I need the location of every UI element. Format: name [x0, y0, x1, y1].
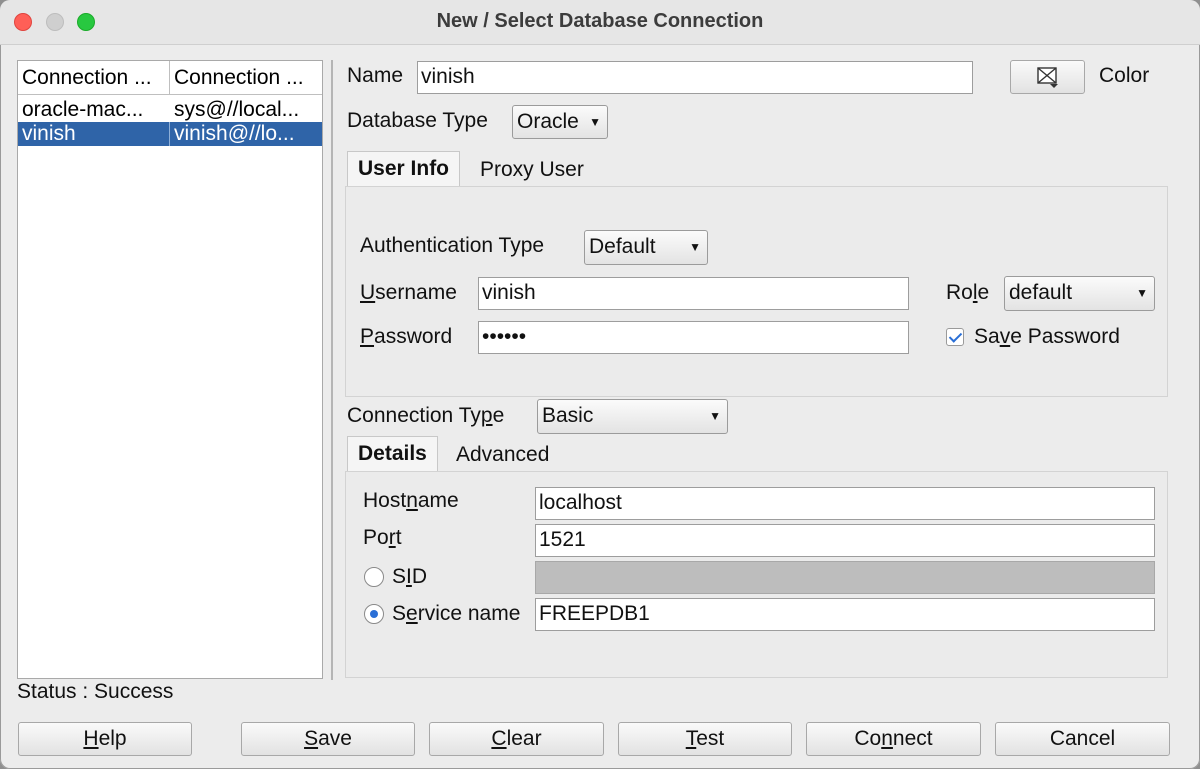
hostname-label: Hostname [363, 489, 459, 512]
tab-proxy-user[interactable]: Proxy User [470, 153, 594, 187]
username-input[interactable]: vinish [478, 277, 909, 310]
tab-advanced[interactable]: Advanced [446, 438, 559, 472]
clear-button[interactable]: Clear [429, 722, 604, 756]
tab-details[interactable]: Details [347, 436, 438, 472]
connection-type-select[interactable]: Basic ▼ [537, 399, 728, 434]
password-input[interactable]: •••••• [478, 321, 909, 354]
chevron-down-icon: ▼ [709, 409, 721, 423]
connection-type-label: Connection Type [347, 404, 505, 427]
chevron-down-icon: ▼ [689, 240, 701, 254]
service-name-input[interactable]: FREEPDB1 [535, 598, 1155, 631]
chevron-down-icon: ▼ [1136, 286, 1148, 300]
name-input[interactable]: vinish [417, 61, 973, 94]
database-type-value: Oracle [517, 110, 579, 133]
authentication-type-value: Default [589, 235, 656, 258]
tab-user-info[interactable]: User Info [347, 151, 461, 187]
role-select[interactable]: default ▼ [1004, 276, 1155, 311]
username-label: Username [360, 281, 457, 304]
name-label: Name [347, 64, 404, 87]
role-label: Role [946, 281, 990, 304]
sid-radio[interactable] [364, 567, 384, 587]
cell-connection-details: sys@//local... [174, 98, 300, 121]
authentication-type-label: Authentication Type [360, 234, 545, 257]
sid-label[interactable]: SID [392, 565, 427, 589]
save-button[interactable]: Save [241, 722, 415, 756]
connect-button[interactable]: Connect [806, 722, 981, 756]
help-button[interactable]: Help [18, 722, 192, 756]
color-button[interactable] [1010, 60, 1085, 94]
cell-connection-name: oracle-mac... [22, 98, 144, 121]
table-row-vinish[interactable]: vinish vinish@//lo... [18, 122, 322, 146]
connection-type-value: Basic [542, 404, 594, 427]
color-label: Color [1099, 64, 1150, 87]
status-text: Status : Success [17, 680, 174, 703]
chevron-down-icon: ▼ [589, 115, 601, 129]
color-swatch-icon [1037, 67, 1058, 88]
connection-dialog: New / Select Database Connection Connect… [0, 0, 1200, 769]
authentication-type-select[interactable]: Default ▼ [584, 230, 708, 265]
database-type-select[interactable]: Oracle ▼ [512, 105, 608, 139]
split-pane-divider[interactable] [331, 60, 333, 680]
cell-connection-name: vinish [18, 122, 170, 146]
column-header-connection-details[interactable]: Connection ... [170, 61, 322, 95]
database-type-label: Database Type [347, 109, 488, 132]
port-input[interactable]: 1521 [535, 524, 1155, 557]
service-name-label[interactable]: Service name [392, 602, 520, 626]
window-title: New / Select Database Connection [436, 10, 764, 32]
role-value: default [1009, 281, 1073, 304]
table-row-oracle-mac[interactable]: oracle-mac... sys@//local... [18, 98, 322, 122]
port-label: Port [363, 526, 402, 549]
cell-connection-details: vinish@//lo... [174, 122, 295, 145]
title-bar: New / Select Database Connection [0, 0, 1200, 45]
column-header-connection-name[interactable]: Connection ... [18, 61, 170, 95]
hostname-input[interactable]: localhost [535, 487, 1155, 520]
service-name-radio[interactable] [364, 604, 384, 624]
cancel-button[interactable]: Cancel [995, 722, 1170, 756]
connections-table: Connection ... Connection ... oracle-mac… [17, 60, 323, 679]
save-password-checkbox[interactable] [946, 328, 964, 346]
sid-input [535, 561, 1155, 594]
save-password-label[interactable]: Save Password [974, 325, 1120, 349]
test-button[interactable]: Test [618, 722, 792, 756]
password-label: Password [360, 325, 453, 348]
